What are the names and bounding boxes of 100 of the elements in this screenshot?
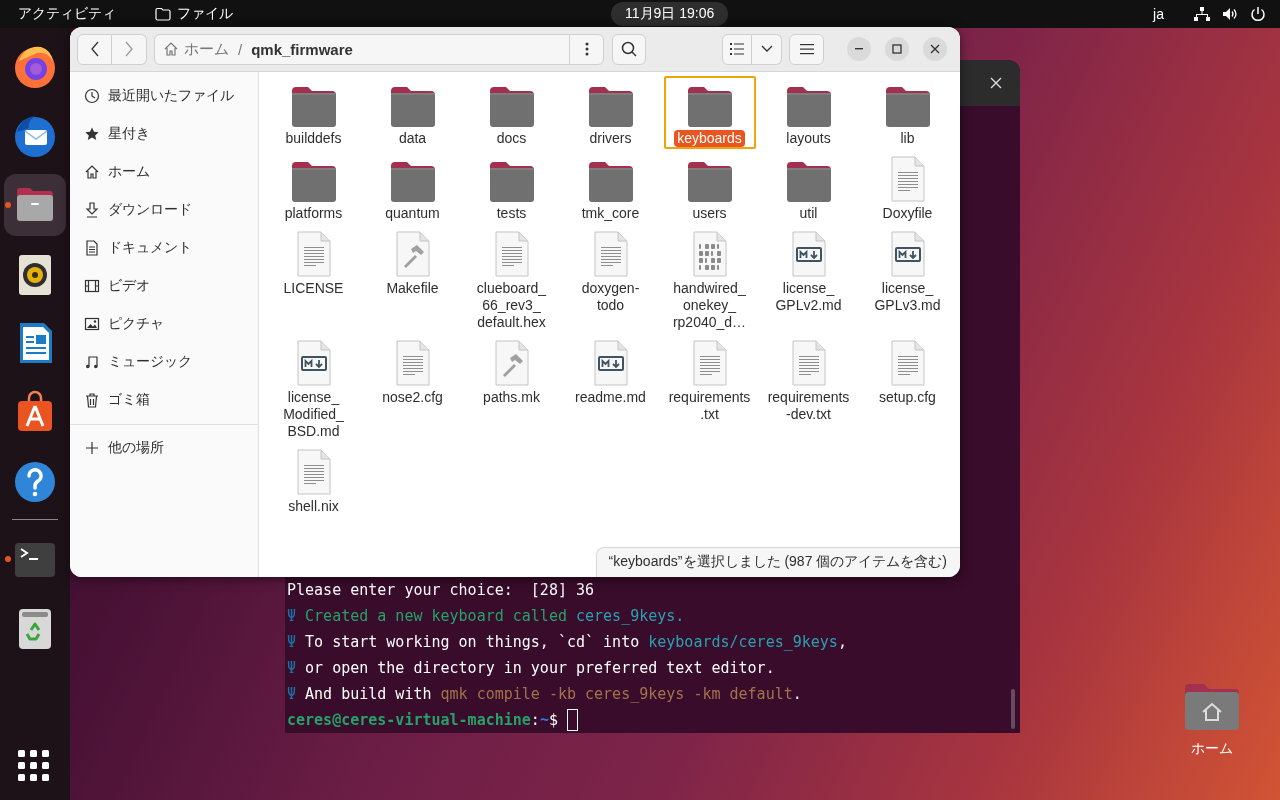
file-item[interactable]: license_GPLv3.md (861, 226, 954, 333)
sidebar-item[interactable]: ドキュメント (70, 229, 258, 267)
back-button[interactable] (77, 33, 112, 65)
file-item[interactable]: requirements-dev.txt (762, 335, 855, 442)
file-name: LICENSE (282, 280, 345, 297)
folder-icon (685, 84, 734, 128)
file-name: builddefs (284, 130, 343, 147)
folder-icon (289, 159, 338, 203)
file-item[interactable]: setup.cfg (861, 335, 954, 442)
document-icon (84, 240, 100, 256)
scrollbar[interactable] (1011, 689, 1015, 729)
search-button[interactable] (612, 33, 646, 65)
sidebar-item[interactable]: ホーム (70, 153, 258, 191)
file-item[interactable]: nose2.cfg (366, 335, 459, 442)
file-name: shell.nix (287, 498, 340, 515)
close-icon (990, 77, 1002, 89)
close-button[interactable] (923, 37, 947, 61)
file-item[interactable]: license_GPLv2.md (762, 226, 855, 333)
file-name: setup.cfg (878, 389, 937, 406)
path-segment[interactable]: qmk_firmware (251, 40, 353, 58)
folder-icon (586, 84, 635, 128)
terminal-line: Ψ To start working on things, `cd` into keyboards/ceres_9keys, (287, 632, 847, 653)
clock-icon (84, 88, 100, 104)
file-name: tmk_core (580, 205, 641, 222)
main-menu-button[interactable] (789, 33, 824, 65)
sidebar-item[interactable]: 他の場所 (70, 429, 258, 467)
folder-icon (784, 84, 833, 128)
file-name: users (691, 205, 728, 222)
file-item[interactable]: handwired_onekey_rp2040_d… (663, 226, 756, 333)
file-name: tests (495, 205, 528, 222)
file-item[interactable]: tests (465, 151, 558, 224)
file-name: Doxyfile (881, 205, 934, 222)
plus-icon (84, 440, 100, 456)
file-item[interactable]: paths.mk (465, 335, 558, 442)
input-method-indicator[interactable]: ja (1153, 6, 1164, 22)
sidebar-item[interactable]: ミュージック (70, 343, 258, 381)
trash-icon (84, 392, 100, 408)
file-item[interactable]: drivers (564, 76, 657, 149)
file-item[interactable]: util (762, 151, 855, 224)
download-icon (84, 202, 100, 218)
list-view-icon (730, 43, 744, 55)
folder-icon (487, 84, 536, 128)
file-item[interactable]: platforms (267, 151, 360, 224)
home-icon (163, 41, 179, 57)
file-item[interactable]: quantum (366, 151, 459, 224)
folder-icon (388, 159, 437, 203)
power-icon[interactable] (1250, 6, 1266, 22)
file-name: drivers (588, 130, 633, 147)
menu-icon (799, 43, 814, 55)
file-item[interactable]: doxygen-todo (564, 226, 657, 333)
folder-icon (487, 159, 536, 203)
sidebar-item[interactable]: ビデオ (70, 267, 258, 305)
image-icon (84, 316, 100, 332)
clock[interactable]: 11月9日 19:06 (611, 2, 729, 26)
folder-icon (155, 7, 171, 21)
file-item[interactable]: docs (465, 76, 558, 149)
sidebar-item[interactable]: 最近開いたファイル (70, 77, 258, 115)
activities-button[interactable]: アクティビティ (18, 5, 116, 23)
file-item[interactable]: readme.md (564, 335, 657, 442)
sidebar-item[interactable]: 星付き (70, 115, 258, 153)
file-item[interactable]: data (366, 76, 459, 149)
file-name: layouts (785, 130, 832, 147)
list-view-button[interactable] (722, 33, 752, 65)
path-segment[interactable]: ホーム (163, 39, 229, 59)
file-item[interactable]: keyboards (663, 76, 756, 149)
file-item[interactable]: shell.nix (267, 444, 360, 517)
file-item[interactable]: builddefs (267, 76, 360, 149)
file-name: clueboard_66_rev3_default.hex (475, 280, 548, 331)
sidebar-item[interactable]: ダウンロード (70, 191, 258, 229)
sidebar-item[interactable]: ゴミ箱 (70, 381, 258, 419)
desktop-icon-label[interactable]: ホーム (1191, 740, 1233, 758)
file-item[interactable]: LICENSE (267, 226, 360, 333)
running-indicator (5, 202, 11, 208)
file-name: Makefile (385, 280, 440, 297)
network-icon[interactable] (1194, 7, 1210, 21)
dock-launcher[interactable] (4, 174, 66, 236)
folder-icon (586, 159, 635, 203)
maximize-button[interactable] (885, 37, 909, 61)
file-name: util (798, 205, 819, 222)
minimize-icon (855, 48, 863, 50)
terminal-line: Ψ Created a new keyboard called ceres_9keys. (287, 606, 685, 627)
file-item[interactable]: users (663, 151, 756, 224)
file-item[interactable]: license_Modified_BSD.md (267, 335, 360, 442)
chevron-right-icon (124, 41, 134, 57)
file-item[interactable]: requirements.txt (663, 335, 756, 442)
file-item[interactable]: Doxyfile (861, 151, 954, 224)
file-item[interactable]: lib (861, 76, 954, 149)
file-item[interactable]: layouts (762, 76, 855, 149)
file-item[interactable]: Makefile (366, 226, 459, 333)
home-icon (84, 164, 100, 180)
folder-icon (883, 84, 932, 128)
volume-icon[interactable] (1222, 7, 1238, 21)
terminal-line: Please enter your choice: [28] 36 (287, 580, 595, 601)
file-item[interactable]: clueboard_66_rev3_default.hex (465, 226, 558, 333)
close-icon (930, 44, 940, 54)
file-item[interactable]: tmk_core (564, 151, 657, 224)
file-name: doxygen-todo (580, 280, 641, 314)
folder-icon (388, 84, 437, 128)
app-menu[interactable]: ファイル (155, 5, 233, 23)
sidebar-item[interactable]: ピクチャ (70, 305, 258, 343)
